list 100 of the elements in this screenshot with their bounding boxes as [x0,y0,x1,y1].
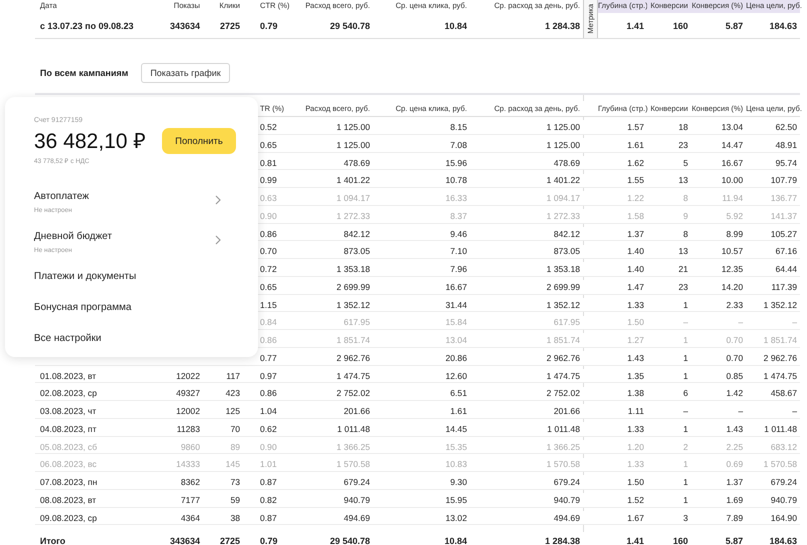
table-cell-text: 1 401.22 [546,175,581,186]
table-cell-text: 423 [224,388,241,398]
chevron-right-icon [214,195,222,205]
table-cell-text: 1.15 [259,300,278,310]
table-cell-text: 136.77 [770,193,798,204]
table-cell-text: 2725 [218,536,241,545]
table-cell-text: 1 851.74 [546,335,581,346]
table-cell-text: 617.95 [342,317,371,328]
table-cell-text: 0.86 [259,388,278,398]
table-cell-text: 0.86 [259,335,278,346]
table-cell-text: 1.11 [626,406,645,416]
table-cell-text: 1 284.38 [544,20,581,30]
table-cell-text: 1.41 [625,20,645,30]
table-cell-text: 10.84 [443,536,468,545]
table-cell-text: 7.96 [449,264,468,274]
table-cell-text: 64.44 [774,264,798,274]
table-cell-text: 1 [682,352,689,363]
table-cell-text: 940.79 [770,494,798,505]
table-cell-text: 0.85 [725,370,744,381]
table-cell-text: 15.84 [444,317,468,328]
table-cell-text: 201.66 [552,406,581,416]
table-cell-text: 1.01 [259,459,278,470]
table-cell-text: 29 540.78 [328,536,371,545]
table-cell-text: 1 570.58 [546,459,581,470]
table-cell-text: 160 [672,20,689,30]
table-cell-text: 1 [682,335,689,346]
show-chart-button[interactable]: Показать график [141,63,230,83]
table-cell-text: 1.58 [626,210,645,221]
table-cell-text: 494.69 [552,512,581,523]
table-cell-text: 18 [677,122,689,132]
table-cell-text: 1 094.17 [546,193,581,204]
table-cell-text: 105.27 [770,228,798,239]
menu-item[interactable]: Все настройки [34,322,238,353]
table-cell-text: 59 [229,494,241,505]
table-cell-text: 1.43 [626,352,645,363]
table-cell-text: 9 [682,210,689,221]
table-cell-text: 15.96 [444,158,468,168]
table-cell-text: 1.61 [449,406,468,416]
table-cell-text: 7.89 [725,512,744,523]
table-cell-text: 1.69 [725,494,744,505]
table-cell-text: – [682,406,689,416]
table-cell-text: 0.65 [259,282,278,292]
table-cell-text: 0.90 [259,442,278,452]
menu-item-label: Платежи и документы [34,271,136,282]
date-cell-text: 01.08.2023, вт [39,370,98,381]
table-cell-text: 1.20 [626,442,645,452]
table-cell-text: 2.33 [725,300,744,310]
table-cell-text: 1 [682,477,689,488]
table-cell-text: 16.33 [444,193,468,204]
table-cell-text: 0.63 [259,193,278,204]
table-cell-text: 1.38 [626,388,645,398]
table-cell-text: 164.90 [770,512,798,523]
table-cell-text: 1 284.38 [544,536,581,545]
table-cell-text: 1 366.25 [546,442,581,452]
table-cell-text: 0.69 [725,459,744,470]
table-cell-text: 67.16 [774,246,798,256]
table-cell-text: 0.90 [259,210,278,221]
table-cell-text: 1 125.00 [546,122,581,132]
table-cell-text: 1.04 [259,406,278,416]
table-cell-text: – [791,317,798,328]
table-cell-text: 5 [682,158,689,168]
table-cell-text: 2 699.99 [546,282,581,292]
table-cell-text: 12.35 [720,264,744,274]
table-cell-text: 11283 [176,424,201,434]
table-cell-text: 1 353.18 [336,264,371,274]
balance-amount: 36 482,10 ₽ [34,129,146,154]
table-cell-text: 8 [682,228,689,239]
table-cell-text: 0.79 [259,20,279,30]
table-cell-text: 10.00 [720,175,744,186]
table-cell-text: 1.35 [626,370,645,381]
table-cell-text: 8.37 [449,210,468,221]
table-cell-text: 184.63 [768,536,798,545]
table-cell-text: 2 752.02 [336,388,371,398]
table-cell-text: 7177 [180,494,201,505]
table-cell-text: 1.47 [626,282,645,292]
table-cell-text: 23 [677,140,689,150]
table-cell-text: 8 [682,193,689,204]
table-cell-text: 21 [677,264,689,274]
table-cell-text: 1 474.75 [762,370,798,381]
table-cell-text: 1 851.74 [336,335,371,346]
table-cell-text: 23 [677,282,689,292]
table-cell-text: 13.02 [444,512,468,523]
table-cell-text: 125 [224,406,241,416]
table-cell-text: 940.79 [342,494,371,505]
menu-item[interactable]: Платежи и документы [34,260,238,291]
table-cell-text: 5.92 [725,210,744,221]
table-cell-text: 1.67 [626,512,645,523]
table-cell-text: 1 011.48 [763,424,798,434]
table-cell-text: 1 272.33 [336,210,371,221]
table-cell-text: 683.12 [770,442,798,452]
table-cell-text: 1 851.74 [762,335,798,346]
table-cell-text: 62.50 [774,122,798,132]
table-cell-text: 9.30 [449,477,468,488]
table-cell-text: 494.69 [342,512,371,523]
top-up-button[interactable]: Пополнить [162,128,236,154]
table-cell-text: 16.67 [720,158,744,168]
table-cell-text: 679.24 [770,477,798,488]
menu-item[interactable]: Бонусная программа [34,291,238,322]
table-cell-text: 1 570.58 [336,459,371,470]
table-cell-text: 1.37 [725,477,744,488]
